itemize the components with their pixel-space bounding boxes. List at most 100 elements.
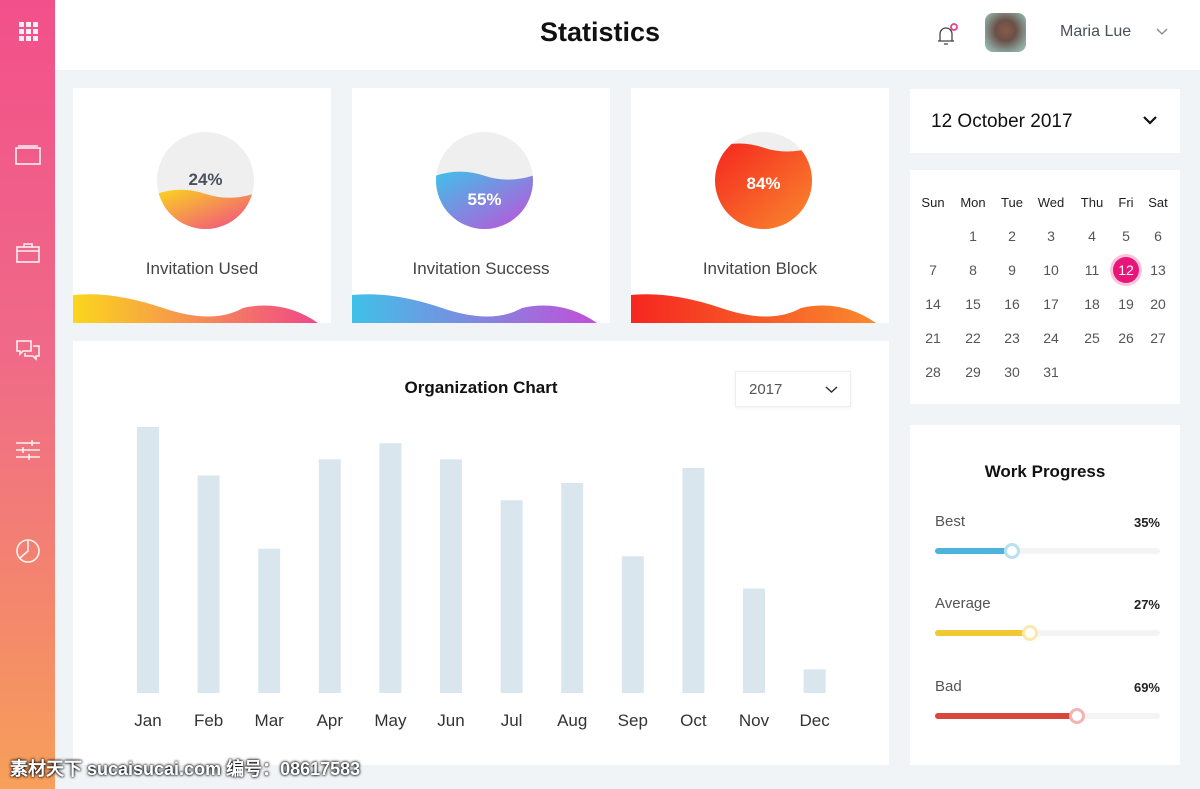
stat-card: 55% Invitation Success [352, 88, 610, 323]
stat-label: Invitation Used [145, 259, 259, 278]
weekday-label: Sat [1148, 195, 1168, 210]
slider-handle[interactable] [1021, 625, 1038, 641]
bar-jun [440, 459, 462, 693]
calendar-day[interactable]: 26 [1109, 330, 1143, 346]
bar-jul [500, 500, 523, 693]
briefcase-icon[interactable] [15, 240, 41, 266]
calendar-day-selected[interactable]: 12 [1113, 257, 1139, 283]
calendar-day[interactable]: 5 [1109, 228, 1143, 244]
calendar-day[interactable]: 9 [995, 262, 1029, 278]
bar-aug [561, 483, 584, 693]
progress-label: Average [935, 595, 991, 612]
liquid-fill [436, 171, 533, 229]
weekday-label: Fri [1118, 195, 1134, 210]
progress-bubble: 55% [436, 132, 533, 229]
weekday-label: Tue [1001, 195, 1023, 210]
progress-value: 27% [1133, 597, 1160, 612]
wave-decoration [631, 294, 876, 323]
calendar-day[interactable]: 15 [956, 296, 990, 312]
progress-fill [935, 713, 1077, 719]
calendar-day[interactable]: 16 [995, 296, 1029, 312]
progress-slider[interactable] [935, 708, 1160, 724]
calendar-day[interactable]: 17 [1034, 296, 1068, 312]
calendar-day[interactable]: 4 [1075, 228, 1109, 244]
x-tick-label: Dec [799, 711, 830, 730]
x-tick-label: Mar [255, 711, 285, 730]
calendar-day[interactable]: 18 [1075, 296, 1109, 312]
page-title: Statistics [539, 17, 661, 47]
calendar-day[interactable]: 1 [956, 228, 990, 244]
progress-slider[interactable] [935, 625, 1160, 641]
calendar-day[interactable]: 2 [995, 228, 1029, 244]
progress-slider[interactable] [935, 543, 1160, 559]
stat-value: 84% [746, 174, 781, 193]
progress-label: Bad [935, 678, 962, 695]
calendar-day[interactable]: 28 [916, 364, 950, 380]
weekday-label: Sun [921, 195, 945, 210]
progress-bubble: 84% [715, 132, 812, 229]
bar-nov [743, 588, 765, 693]
calendar-day[interactable]: 29 [956, 364, 990, 380]
wave-decoration [352, 294, 597, 323]
pie-chart-icon[interactable] [15, 538, 41, 564]
calendar-day[interactable]: 27 [1141, 330, 1175, 346]
stat-card: 24% Invitation Used [73, 88, 331, 323]
calendar-day[interactable]: 8 [956, 262, 990, 278]
calendar: Sun Mon Tue Wed Thu Fri Sat 1 2 3 4 5 6 7 8 9 10 11 12 13 14… [910, 170, 1180, 404]
x-tick-label: Jul [501, 711, 523, 730]
calendar-day[interactable]: 7 [916, 262, 950, 278]
x-tick-label: Jun [437, 711, 464, 730]
bar-apr [318, 459, 341, 693]
calendar-day[interactable]: 19 [1109, 296, 1143, 312]
calendar-day[interactable]: 6 [1141, 228, 1175, 244]
folder-icon[interactable] [15, 142, 41, 168]
avatar[interactable] [985, 13, 1026, 52]
weekday-label: Wed [1037, 195, 1065, 210]
progress-value: 35% [1133, 515, 1160, 530]
progress-value: 69% [1133, 680, 1160, 695]
sliders-icon[interactable] [15, 437, 41, 463]
stat-label: Invitation Block [702, 259, 818, 278]
chevron-down-icon[interactable] [1155, 26, 1169, 36]
calendar-day[interactable]: 31 [1034, 364, 1068, 380]
calendar-day[interactable]: 13 [1141, 262, 1175, 278]
progress-bubble: 24% [157, 132, 254, 229]
user-name[interactable]: Maria Lue [1060, 23, 1131, 41]
slider-handle[interactable] [1003, 543, 1020, 559]
calendar-day[interactable]: 30 [995, 364, 1029, 380]
wave-decoration [73, 294, 318, 323]
weekday-label: Thu [1080, 195, 1104, 210]
grid-icon[interactable] [15, 18, 41, 44]
weekday-label: Mon [960, 195, 986, 210]
date-picker[interactable]: 12 October 2017 [910, 89, 1180, 153]
bar-mar [258, 548, 281, 693]
bar-dec [803, 669, 826, 693]
stat-value: 55% [467, 190, 502, 209]
work-progress-title: Work Progress [984, 462, 1106, 481]
chat-icon[interactable] [15, 338, 41, 364]
calendar-day[interactable]: 10 [1034, 262, 1068, 278]
calendar-day[interactable]: 22 [956, 330, 990, 346]
slider-handle[interactable] [1068, 708, 1085, 724]
bar-jan [137, 427, 159, 693]
x-tick-label: Nov [739, 711, 770, 730]
calendar-day[interactable]: 23 [995, 330, 1029, 346]
calendar-day[interactable]: 21 [916, 330, 950, 346]
stat-label: Invitation Success [412, 259, 550, 278]
calendar-day[interactable]: 20 [1141, 296, 1175, 312]
stat-value: 24% [188, 170, 223, 189]
calendar-day[interactable]: 25 [1075, 330, 1109, 346]
progress-label: Best [935, 513, 966, 530]
calendar-day[interactable]: 11 [1075, 262, 1109, 278]
x-tick-label: Oct [680, 711, 707, 730]
calendar-day[interactable]: 14 [916, 296, 950, 312]
sidebar [0, 0, 55, 789]
bar-oct [682, 467, 705, 693]
selected-date: 12 October 2017 [931, 111, 1073, 132]
calendar-day[interactable]: 3 [1034, 228, 1068, 244]
bell-icon[interactable] [935, 22, 959, 48]
bar-chart: Jan Feb Mar Apr May Jun Jul Aug Sep Oct Nov Dec [134, 427, 830, 730]
chevron-down-icon[interactable] [1142, 115, 1158, 126]
x-tick-label: Apr [317, 711, 344, 730]
calendar-day[interactable]: 24 [1034, 330, 1068, 346]
